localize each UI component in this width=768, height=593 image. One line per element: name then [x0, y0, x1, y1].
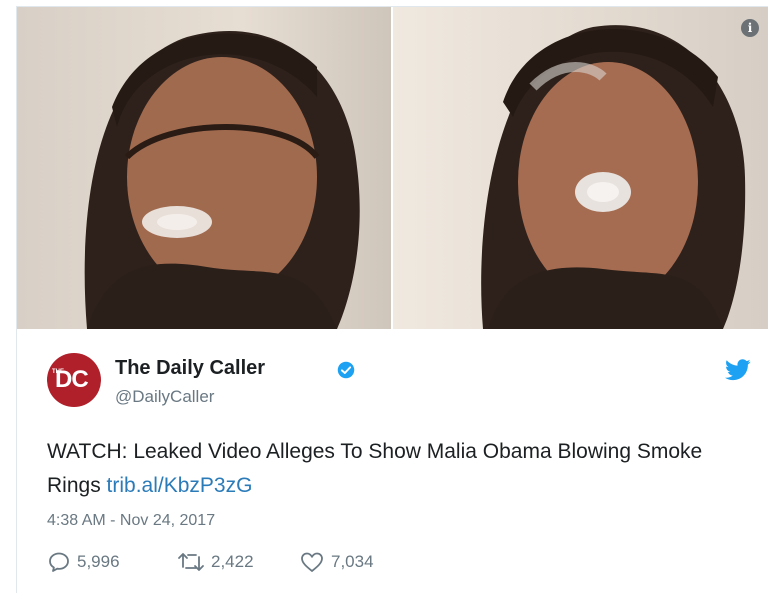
reply-icon — [49, 552, 69, 572]
avatar[interactable]: THE DC — [47, 353, 101, 407]
reply-count: 5,996 — [77, 552, 120, 571]
retweet-action[interactable]: 2,422 — [177, 550, 254, 574]
tweet-media[interactable]: i — [17, 7, 768, 329]
tweet-card[interactable]: i THE DC The Daily Caller @DailyCaller W… — [16, 6, 768, 593]
media-image-right[interactable] — [393, 7, 768, 329]
like-count: 7,034 — [331, 552, 374, 571]
retweet-count: 2,422 — [211, 552, 254, 571]
tweet-text: WATCH: Leaked Video Alleges To Show Mali… — [47, 435, 747, 503]
reply-action[interactable]: 5,996 — [47, 550, 120, 574]
tweet-timestamp[interactable]: 4:38 AM - Nov 24, 2017 — [47, 512, 215, 530]
avatar-text: DC — [55, 366, 89, 393]
info-icon[interactable]: i — [741, 19, 759, 37]
tweet-link[interactable]: trib.al/KbzP3zG — [107, 474, 253, 497]
author-name[interactable]: The Daily Caller — [115, 357, 265, 380]
twitter-bird-icon[interactable] — [725, 359, 751, 381]
like-action[interactable]: 7,034 — [299, 550, 374, 574]
media-image-left[interactable] — [17, 7, 391, 329]
like-icon — [301, 552, 323, 572]
tweet-header: THE DC The Daily Caller @DailyCaller — [47, 349, 757, 409]
author-handle[interactable]: @DailyCaller — [115, 387, 214, 407]
verified-badge-icon — [337, 361, 355, 379]
retweet-icon — [178, 553, 204, 571]
